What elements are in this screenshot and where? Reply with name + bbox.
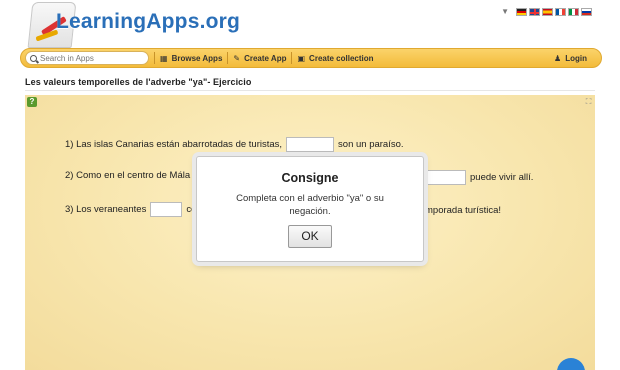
- gap-input-3[interactable]: [150, 202, 183, 217]
- dialog-title: Consigne: [281, 171, 339, 185]
- exercise-line-3: 3) Los veraneantes co: [65, 202, 196, 217]
- ok-button[interactable]: OK: [288, 225, 332, 248]
- grid-icon: ▦: [160, 53, 168, 63]
- exercise-line-3-end: mporada turística!: [425, 205, 501, 216]
- create-collection-label: Create collection: [309, 53, 374, 63]
- line-1-text-before: 1) Las islas Canarias están abarrotadas …: [65, 139, 283, 150]
- chevron-down-icon[interactable]: ▼: [501, 7, 509, 16]
- pencil-icon: ✎: [233, 53, 241, 63]
- login-label: Login: [565, 53, 587, 63]
- search-input[interactable]: [40, 53, 140, 63]
- line-3-text-after: mporada turística!: [425, 205, 502, 216]
- nav-divider: [227, 52, 229, 64]
- help-icon[interactable]: ?: [27, 97, 37, 107]
- gap-input-1[interactable]: [286, 137, 335, 152]
- nav-divider: [291, 52, 293, 64]
- create-app-label: Create App: [244, 53, 287, 63]
- flag-de-icon[interactable]: [516, 7, 527, 16]
- dialog-text: Completa con el adverbio "ya" o su negac…: [236, 193, 384, 217]
- divider: [25, 90, 595, 91]
- flag-fr-icon[interactable]: [555, 7, 566, 16]
- browse-apps-label: Browse Apps: [171, 53, 223, 63]
- main-navbar: ▦ Browse Apps ✎ Create App ▣ Create coll…: [20, 48, 602, 68]
- logo[interactable]: LearningApps.org: [18, 0, 240, 50]
- line-1-text-after: son un paraíso.: [338, 139, 404, 150]
- collection-icon: ▣: [297, 53, 306, 63]
- line-3-text-mid: co: [186, 204, 197, 215]
- logo-text[interactable]: LearningApps.org: [56, 10, 240, 34]
- line-2-text-before: 2) Como en el centro de Mála: [65, 170, 191, 181]
- exercise-line-1: 1) Las islas Canarias están abarrotadas …: [65, 137, 404, 152]
- browse-apps-link[interactable]: ▦ Browse Apps: [160, 54, 222, 63]
- fullscreen-icon[interactable]: ⛶: [584, 97, 593, 106]
- line-3-text-before: 3) Los veraneantes: [65, 204, 147, 215]
- flag-ru-icon[interactable]: [581, 7, 592, 16]
- search-icon: [30, 54, 37, 62]
- page-title: Les valeurs temporelles de l'adverbe "ya…: [25, 77, 252, 87]
- instructions-dialog: Consigne Completa con el adverbio "ya" o…: [196, 156, 424, 262]
- line-2-text-after: puede vivir allí.: [470, 172, 534, 183]
- search-box[interactable]: [25, 51, 149, 65]
- flag-es-icon[interactable]: [542, 7, 553, 16]
- exercise-line-2: 2) Como en el centro de Mála: [65, 170, 190, 181]
- create-app-link[interactable]: ✎ Create App: [233, 54, 286, 63]
- flag-it-icon[interactable]: [568, 7, 579, 16]
- gap-input-2[interactable]: [424, 170, 466, 185]
- flag-gb-icon[interactable]: [529, 7, 540, 16]
- language-selector[interactable]: ▼: [501, 7, 592, 16]
- create-collection-link[interactable]: ▣ Create collection: [297, 54, 373, 63]
- user-icon: ♟: [554, 53, 562, 63]
- exercise-line-2-end: puede vivir allí.: [420, 170, 533, 185]
- nav-divider: [154, 52, 155, 64]
- login-link[interactable]: ♟ Login: [554, 54, 587, 63]
